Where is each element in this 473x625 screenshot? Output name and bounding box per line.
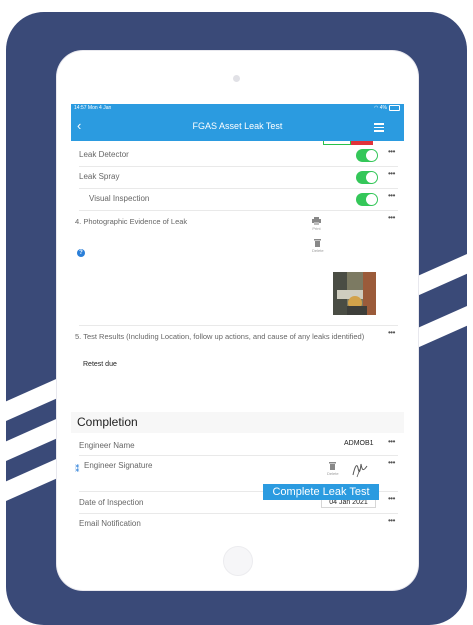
battery-text: 4% xyxy=(379,105,387,111)
status-time: 14:57 xyxy=(74,105,87,111)
print-label: Print xyxy=(312,226,321,231)
photo-evidence-label: Photographic Evidence of Leak xyxy=(83,217,188,226)
engineer-name-label: Engineer Name xyxy=(79,441,135,450)
status-date: Mon 4 Jan xyxy=(87,105,112,111)
complete-leak-test-button[interactable]: Complete Leak Test xyxy=(263,484,379,500)
home-button[interactable] xyxy=(223,546,253,576)
app-screen: 14:57 Mon 4 Jan ◠ 4% ‹ FGAS Asset Leak T… xyxy=(71,104,404,529)
leak-spray-toggle[interactable] xyxy=(356,171,378,184)
engineer-signature-label: Engineer Signature xyxy=(84,461,153,470)
delete-label: Delete xyxy=(312,248,324,253)
signature-image[interactable] xyxy=(351,460,369,478)
engineer-name-value: ADMOB1 xyxy=(344,440,374,447)
tablet-frame: 14:57 Mon 4 Jan ◠ 4% ‹ FGAS Asset Leak T… xyxy=(57,51,418,590)
checklist-label: Visual Inspection xyxy=(89,194,150,203)
camera-dot xyxy=(233,75,240,82)
more-options-icon[interactable]: ••• xyxy=(388,328,395,337)
test-results-value[interactable]: Retest due xyxy=(83,361,117,368)
more-options-icon[interactable]: ••• xyxy=(388,191,395,200)
checklist-label: Leak Detector xyxy=(79,150,129,159)
more-options-icon[interactable]: ••• xyxy=(388,213,395,222)
page-title: FGAS Asset Leak Test xyxy=(192,121,283,131)
delete-signature-button[interactable]: Delete xyxy=(327,462,339,476)
more-options-icon[interactable]: ••• xyxy=(388,437,395,446)
checklist-row-leak-spray: Leak Spray ••• xyxy=(79,167,398,189)
battery-icon xyxy=(389,104,400,111)
more-options-icon[interactable]: ••• xyxy=(388,516,395,525)
printer-icon xyxy=(312,217,321,225)
trash-icon xyxy=(314,239,322,247)
test-results-row: 5. Test Results (Including Location, fol… xyxy=(75,326,398,412)
delete-label: Delete xyxy=(327,471,339,476)
checklist-row-leak-detector: Leak Detector ••• xyxy=(79,145,398,167)
date-of-inspection-label: Date of Inspection xyxy=(79,498,144,507)
print-button[interactable]: Print xyxy=(312,217,321,231)
email-notification-label: Email Notification xyxy=(79,519,141,528)
engineer-name-row: Engineer Name ADMOB1 ••• xyxy=(79,435,398,456)
test-results-label: Test Results (Including Location, follow… xyxy=(83,332,365,341)
delete-photo-button[interactable]: Delete xyxy=(312,239,324,253)
leak-evidence-photo[interactable] xyxy=(333,272,376,315)
more-options-icon[interactable]: ••• xyxy=(388,169,395,178)
visual-inspection-toggle[interactable] xyxy=(356,193,378,206)
nav-bar: ‹ FGAS Asset Leak Test xyxy=(71,113,404,141)
more-options-icon[interactable]: ••• xyxy=(388,458,395,467)
more-options-icon[interactable]: ••• xyxy=(388,494,395,503)
trash-icon xyxy=(329,462,337,470)
email-notification-row: Email Notification ••• xyxy=(79,514,398,529)
leak-detector-toggle[interactable] xyxy=(356,149,378,162)
checklist-row-visual-inspection: Visual Inspection ••• xyxy=(79,189,398,211)
wifi-icon: ◠ xyxy=(374,105,379,111)
completion-section-header: Completion xyxy=(71,412,404,433)
hamburger-menu-icon[interactable] xyxy=(374,123,384,134)
status-bar: 14:57 Mon 4 Jan ◠ 4% xyxy=(71,104,404,113)
section-number: 5. xyxy=(75,332,82,341)
more-options-icon[interactable]: ••• xyxy=(388,147,395,156)
completion-title: Completion xyxy=(77,415,138,429)
checklist-label: Leak Spray xyxy=(79,172,120,181)
section-number: 4. xyxy=(75,217,82,226)
